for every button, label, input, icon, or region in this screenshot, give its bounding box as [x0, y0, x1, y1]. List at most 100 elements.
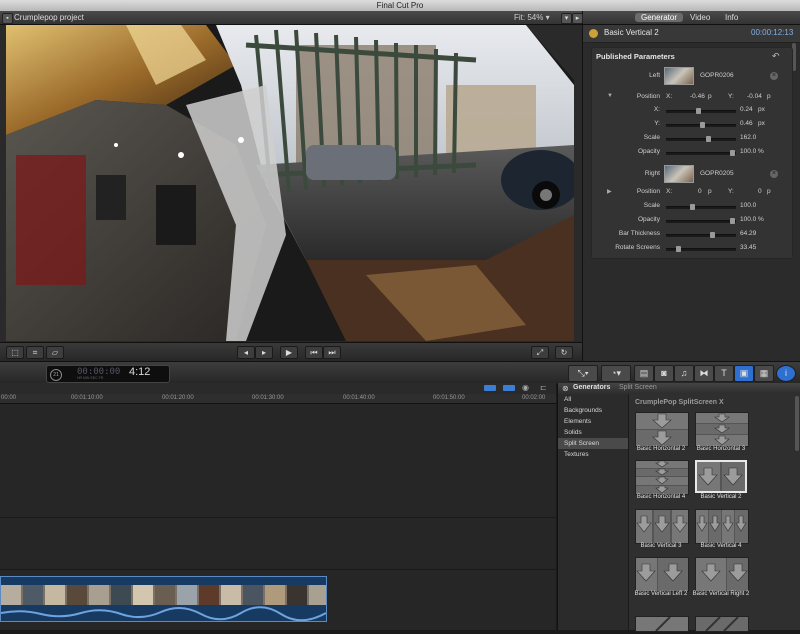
generators-browser-icon[interactable]: ▣: [734, 365, 754, 382]
previous-frame-button[interactable]: ◂: [237, 346, 255, 359]
solo-icon[interactable]: ◉: [522, 383, 529, 392]
right-scale-value[interactable]: 100.0: [740, 202, 756, 209]
tab-generator[interactable]: Generator: [635, 13, 684, 22]
enhancements-button[interactable]: ◔▾: [601, 365, 631, 382]
transform-icon[interactable]: ⬚: [6, 346, 24, 359]
bar-thickness-value[interactable]: 64.29: [740, 230, 756, 237]
category-solids[interactable]: Solids: [558, 427, 628, 438]
right-position-x-value[interactable]: 0: [698, 188, 702, 195]
position-y-value[interactable]: -0.04: [747, 93, 762, 100]
vertical-right-2-icon: [696, 558, 748, 591]
generator-thumb-basic-vertical-right-2[interactable]: [695, 557, 749, 592]
opacity-slider[interactable]: [666, 150, 736, 156]
generator-thumb-basic-horizontal-3[interactable]: [695, 412, 749, 447]
tab-info[interactable]: Info: [719, 13, 744, 22]
generator-icon: [589, 29, 598, 38]
position-x-value[interactable]: -0.46: [690, 93, 705, 100]
clear-left-icon[interactable]: ×: [770, 72, 778, 80]
category-backgrounds[interactable]: Backgrounds: [558, 405, 628, 416]
y-value[interactable]: 0.46: [740, 120, 753, 127]
generator-thumb-basic-vertical-left-2[interactable]: [635, 557, 689, 592]
transitions-icon[interactable]: ⧓: [694, 365, 714, 382]
timecode-mode-icon[interactable]: 21: [50, 369, 62, 381]
generator-grid: CrumplePop SplitScreen X Basic Horizonta…: [629, 394, 800, 632]
loop-icon[interactable]: ↻: [555, 346, 573, 359]
position-x-label: X:: [666, 93, 673, 100]
right-scale-slider[interactable]: [666, 204, 736, 210]
left-media-thumbnail[interactable]: [664, 67, 694, 85]
next-frame-button[interactable]: ▸: [255, 346, 273, 359]
scale-slider-knob[interactable]: [706, 136, 711, 142]
go-to-end-button[interactable]: ⏭: [323, 346, 341, 359]
track-divider: [0, 569, 556, 570]
generator-label: Basic Vertical 2: [700, 494, 742, 500]
rotate-screens-slider-knob[interactable]: [676, 246, 681, 252]
fullscreen-icon[interactable]: ⤢: [531, 346, 549, 359]
viewer-switch-icon[interactable]: ▸: [572, 13, 583, 24]
category-split-screen[interactable]: Split Screen: [558, 438, 628, 449]
bar-thickness-slider[interactable]: [666, 232, 736, 238]
y-slider[interactable]: [666, 122, 736, 128]
grid-scrollbar[interactable]: [795, 396, 799, 451]
audio-skimming-icon[interactable]: [503, 385, 515, 391]
opacity-slider-knob[interactable]: [730, 150, 735, 156]
close-generators-icon[interactable]: ⊗: [562, 384, 569, 393]
photos-icon[interactable]: ◙: [654, 365, 674, 382]
ruler-tick: 00:01:40:00: [343, 395, 375, 401]
right-opacity-value[interactable]: 100.0: [740, 216, 756, 223]
scale-slider[interactable]: [666, 136, 736, 142]
x-slider[interactable]: [666, 108, 736, 114]
reset-icon[interactable]: ↶: [772, 51, 780, 62]
right-position-y-value[interactable]: 0: [758, 188, 762, 195]
track-divider: [0, 517, 556, 518]
right-position-disclosure-icon[interactable]: ▶: [607, 188, 612, 195]
viewer-options-icon[interactable]: ▾: [561, 13, 572, 24]
crop-icon[interactable]: ⌗: [26, 346, 44, 359]
ruler-tick: 00:01:50:00: [433, 395, 465, 401]
vertical-left-2-icon: [636, 558, 688, 591]
scale-value[interactable]: 162.0: [740, 134, 756, 141]
generator-thumb-basic-vertical-4[interactable]: [695, 509, 749, 544]
generator-thumb-basic-vertical-3[interactable]: [635, 509, 689, 544]
titles-icon[interactable]: T: [714, 365, 734, 382]
right-scale-slider-knob[interactable]: [690, 204, 695, 210]
go-to-start-button[interactable]: ⏮: [305, 346, 323, 359]
category-all[interactable]: All: [558, 394, 628, 405]
inspector-info-icon[interactable]: i: [776, 365, 796, 382]
tab-video[interactable]: Video: [684, 13, 716, 22]
position-disclosure-icon[interactable]: ▼: [607, 93, 613, 99]
right-opacity-slider-knob[interactable]: [730, 218, 735, 224]
x-value[interactable]: 0.24: [740, 106, 753, 113]
ruler-tick: 00:01:20:00: [162, 395, 194, 401]
rotate-screens-value[interactable]: 33.45: [740, 244, 756, 251]
opacity-value[interactable]: 100.0: [740, 148, 756, 155]
generator-label: Basic Horizontal 3: [696, 446, 746, 452]
themes-icon[interactable]: ▦: [754, 365, 774, 382]
category-elements[interactable]: Elements: [558, 416, 628, 427]
generator-label: Basic Vertical 4: [700, 543, 742, 549]
x-slider-knob[interactable]: [696, 108, 701, 114]
split-screen-video-image: [6, 25, 574, 341]
generator-thumb-basic-horizontal-2[interactable]: [635, 412, 689, 447]
select-tool-button[interactable]: ⤡▾: [568, 365, 598, 382]
skimming-icon[interactable]: [484, 385, 496, 391]
timeline-clip[interactable]: [0, 576, 327, 622]
distort-icon[interactable]: ▱: [46, 346, 64, 359]
media-browser-icon[interactable]: ▤: [634, 365, 654, 382]
timecode-display[interactable]: 21 00:00:00 4:12 HR MIN SEC FR: [46, 365, 170, 383]
generator-thumb-basic-vertical-2[interactable]: [695, 460, 747, 493]
category-textures[interactable]: Textures: [558, 449, 628, 460]
generator-thumb-basic-horizontal-4[interactable]: [635, 460, 689, 495]
bar-thickness-slider-knob[interactable]: [710, 232, 715, 238]
y-slider-knob[interactable]: [700, 122, 705, 128]
play-button[interactable]: ▶: [280, 346, 298, 359]
snapping-icon[interactable]: ⊏: [540, 383, 547, 392]
rotate-screens-slider[interactable]: [666, 246, 736, 252]
generator-label: Basic Horizontal 4: [636, 494, 686, 500]
music-icon[interactable]: ♫: [674, 365, 694, 382]
right-media-thumbnail[interactable]: [664, 165, 694, 183]
right-opacity-slider[interactable]: [666, 218, 736, 224]
zoom-value[interactable]: 54%: [527, 13, 543, 22]
clear-right-icon[interactable]: ×: [770, 170, 778, 178]
timeline-ruler[interactable]: 00:00 00:01:10:00 00:01:20:00 00:01:30:0…: [0, 394, 556, 404]
